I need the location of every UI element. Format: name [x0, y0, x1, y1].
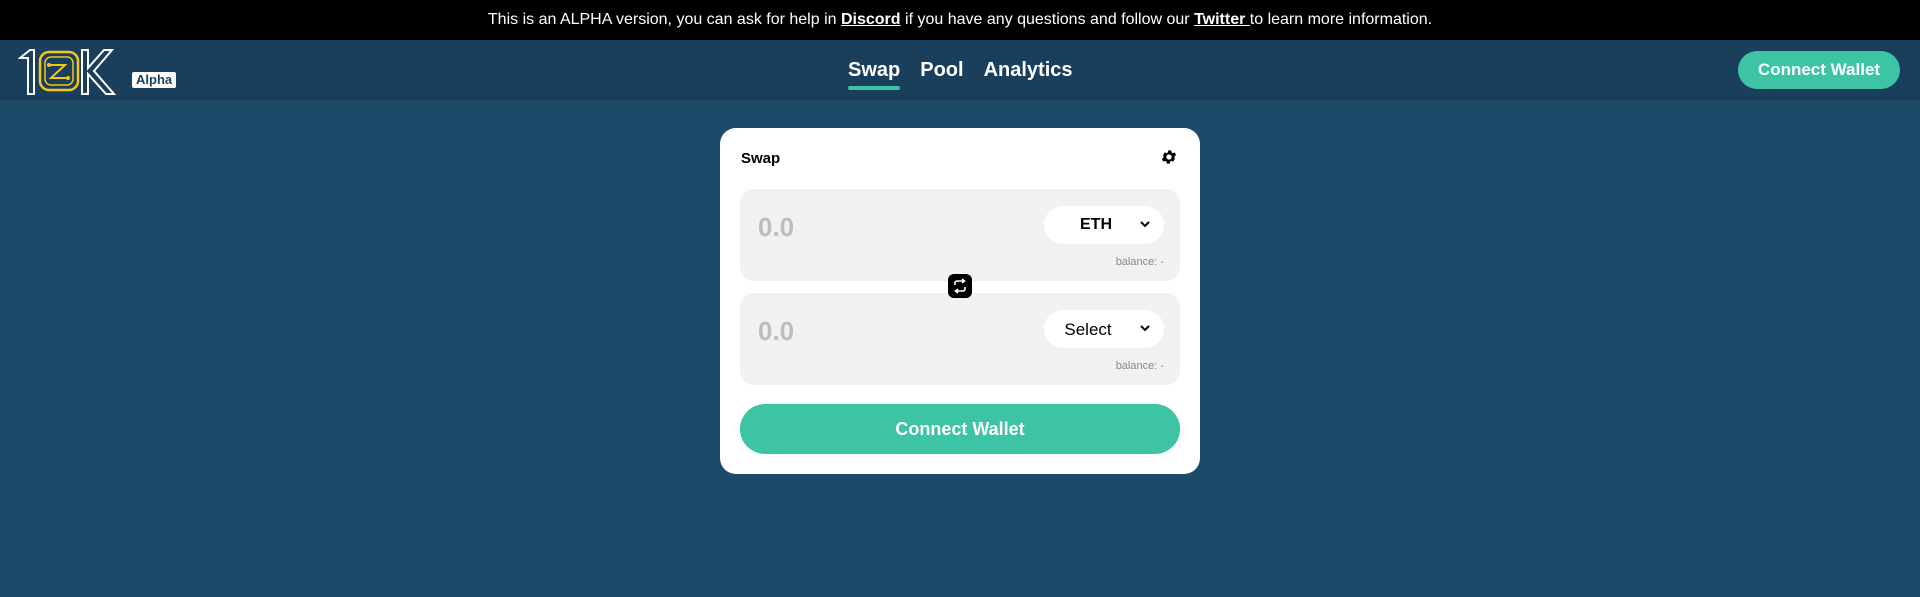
swap-direction-button[interactable]	[948, 274, 972, 298]
chevron-down-icon	[1140, 221, 1150, 228]
to-amount-input[interactable]	[758, 313, 1018, 349]
from-token-label: ETH	[1080, 216, 1112, 233]
main-nav: Swap Pool Analytics	[848, 40, 1073, 100]
nav-tab-analytics[interactable]: Analytics	[984, 59, 1073, 82]
swap-arrows-icon	[954, 278, 966, 294]
alpha-badge: Alpha	[132, 72, 177, 88]
banner-text-2: if you have any questions and follow our	[900, 11, 1195, 28]
twitter-link[interactable]: Twitter	[1194, 11, 1250, 29]
discord-link[interactable]: Discord	[841, 11, 901, 29]
from-amount-input[interactable]	[758, 209, 1018, 245]
banner-text-1: This is an ALPHA version, you can ask fo…	[487, 11, 841, 28]
from-balance: balance: -	[1115, 256, 1164, 268]
to-balance: balance: -	[1115, 360, 1164, 372]
to-token-label: Select	[1064, 320, 1112, 339]
from-token-select[interactable]: ETH	[1044, 206, 1164, 244]
connect-wallet-button[interactable]: Connect Wallet	[740, 404, 1180, 454]
chevron-down-icon	[1140, 325, 1150, 332]
nav-tab-pool[interactable]: Pool	[920, 59, 963, 82]
gear-icon[interactable]	[1160, 148, 1178, 166]
banner-text-3: to learn more information.	[1249, 11, 1433, 28]
to-token-panel: Select balance: -	[740, 293, 1180, 385]
swap-card: Swap ETH balance: - Select balance: - Co…	[720, 128, 1200, 474]
swap-card-title: Swap	[741, 150, 781, 167]
alpha-banner: This is an ALPHA version, you can ask fo…	[0, 0, 1920, 40]
to-token-select[interactable]: Select	[1044, 310, 1164, 348]
header-connect-wallet-button[interactable]: Connect Wallet	[1738, 51, 1900, 89]
nav-tab-swap[interactable]: Swap	[848, 59, 901, 90]
from-token-panel: ETH balance: -	[740, 189, 1180, 281]
